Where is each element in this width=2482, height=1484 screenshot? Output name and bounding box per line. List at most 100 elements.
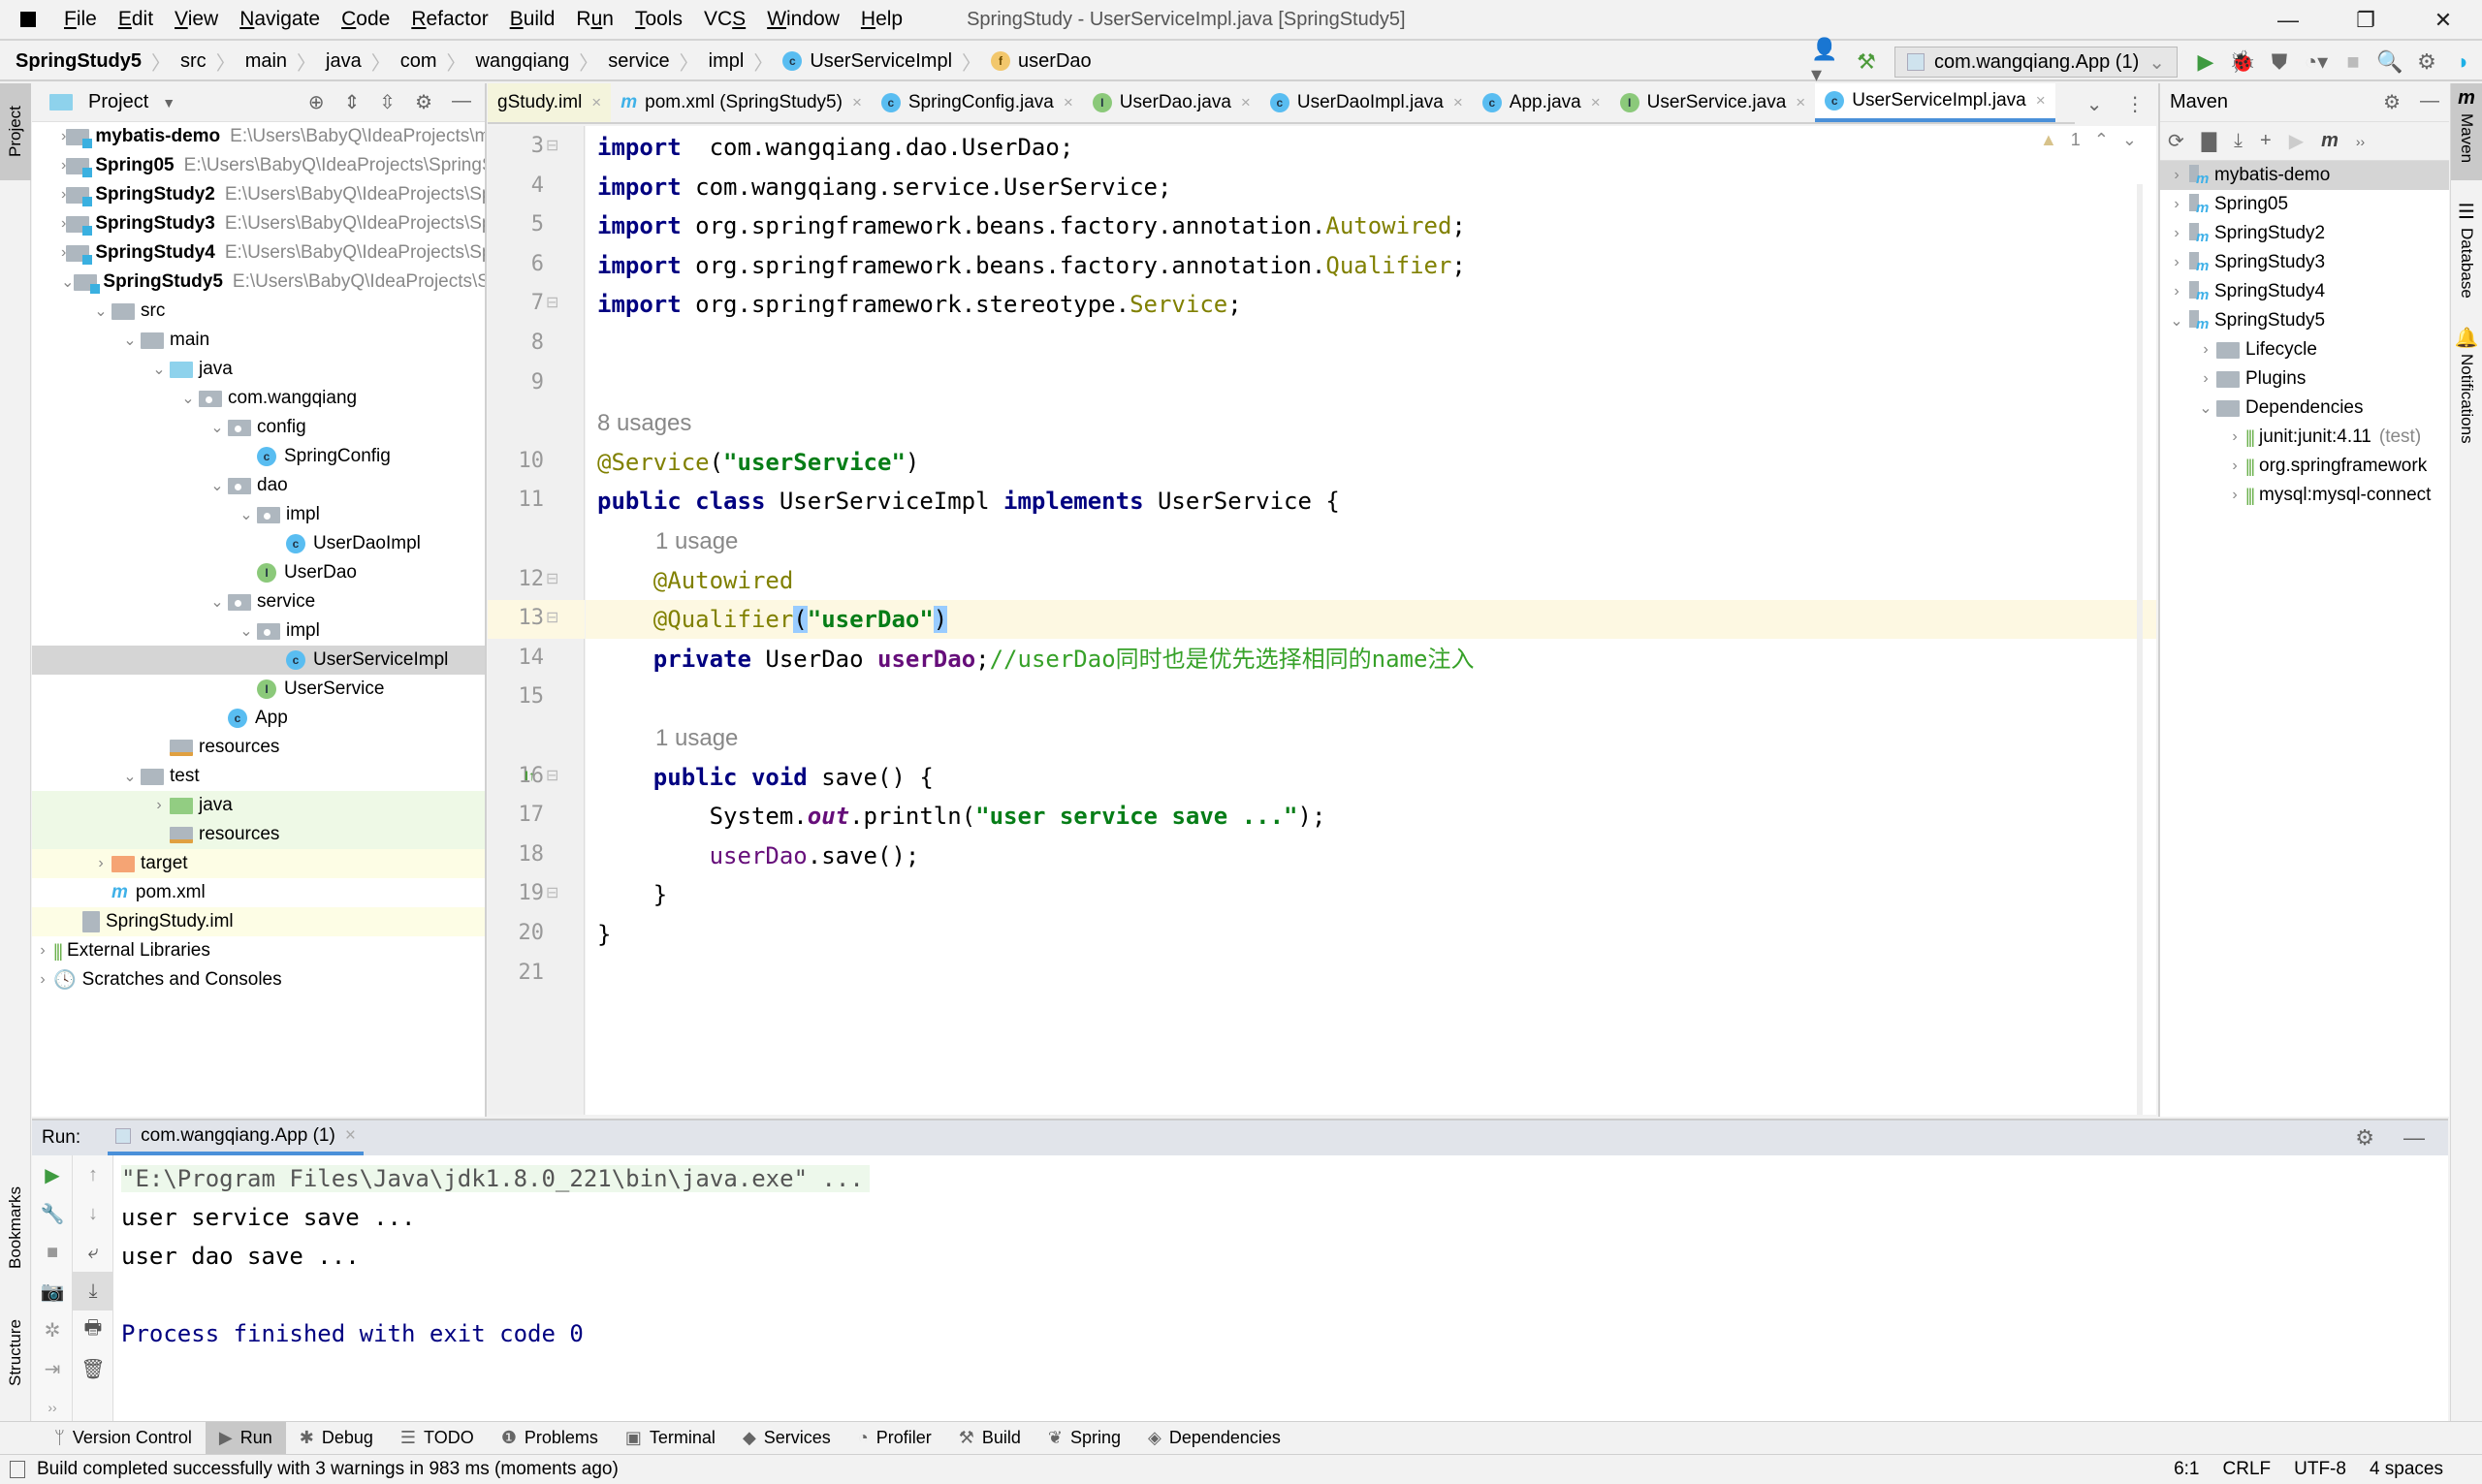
run-configuration-select[interactable]: com.wangqiang.App (1) ⌄ bbox=[1894, 47, 2178, 78]
file-encoding[interactable]: UTF-8 bbox=[2294, 1459, 2346, 1480]
chevron-right-icon[interactable]: › bbox=[2224, 428, 2245, 446]
maven-item-plugins[interactable]: › Plugins bbox=[2160, 364, 2449, 394]
tree-item-app[interactable]: c App bbox=[32, 704, 485, 733]
arrow-up-icon[interactable]: ↑ bbox=[73, 1155, 113, 1194]
chevron-down-icon[interactable]: ⌄ bbox=[148, 360, 170, 379]
maven-item-springstudy4[interactable]: › SpringStudy4 bbox=[2160, 277, 2449, 306]
maven-item-org-springframework[interactable]: › ||| org.springframework bbox=[2160, 452, 2449, 481]
run-icon[interactable]: ▶ bbox=[2289, 129, 2304, 153]
fold-icon[interactable]: ⊟ bbox=[546, 766, 558, 785]
menu-run[interactable]: Run bbox=[576, 8, 614, 31]
user-icon[interactable]: 👤▾ bbox=[1811, 37, 1848, 86]
tree-item-test[interactable]: ⌄ test bbox=[32, 762, 485, 791]
tree-item-springstudy2[interactable]: › SpringStudy2 E:\Users\BabyQ\IdeaProjects… bbox=[32, 180, 485, 209]
tool-tab-debug[interactable]: ✱ Debug bbox=[286, 1422, 387, 1455]
expand-all-icon[interactable]: ⇕ bbox=[344, 90, 361, 114]
chevron-right-icon[interactable]: › bbox=[2224, 487, 2245, 504]
tree-item-resources[interactable]: resources bbox=[32, 733, 485, 762]
debug-icon[interactable]: 🐞 bbox=[2224, 44, 2261, 80]
editor-tab-userdaoimpl-java[interactable]: c UserDaoImpl.java × bbox=[1260, 83, 1473, 122]
close-icon[interactable]: × bbox=[1064, 93, 1073, 112]
stop-icon[interactable]: ■ bbox=[32, 1233, 73, 1272]
maximize-button[interactable]: ❐ bbox=[2327, 0, 2404, 41]
indent-setting[interactable]: 4 spaces bbox=[2370, 1459, 2443, 1480]
breadcrumb-item[interactable]: c UserServiceImpl bbox=[782, 50, 952, 73]
fold-icon[interactable]: ⊟ bbox=[546, 569, 558, 588]
maven-item-junit-junit-4-11[interactable]: › ||| junit:junit:4.11 (test) bbox=[2160, 423, 2449, 452]
project-view-title[interactable]: Project bbox=[88, 91, 148, 113]
tool-tab-run[interactable]: ▶ Run bbox=[205, 1421, 286, 1455]
breadcrumb-item[interactable]: service bbox=[608, 50, 669, 73]
chevron-down-icon[interactable]: ⌄ bbox=[2166, 311, 2187, 331]
maven-item-mysql-mysql-connect[interactable]: › ||| mysql:mysql-connect bbox=[2160, 481, 2449, 510]
previous-highlight-icon[interactable]: ⌃ bbox=[2094, 130, 2109, 150]
implements-method-icon[interactable]: I↑ bbox=[525, 768, 535, 783]
editor-tab-springconfig-java[interactable]: c SpringConfig.java × bbox=[872, 83, 1083, 122]
editor-tab-userdao-java[interactable]: I UserDao.java × bbox=[1083, 83, 1260, 122]
settings-icon[interactable]: ⚙ bbox=[2383, 90, 2401, 114]
tool-tab-services[interactable]: ◆ Services bbox=[729, 1422, 844, 1455]
chevron-down-icon[interactable]: ⌄ bbox=[236, 505, 257, 524]
usages-hint[interactable]: 1 usage bbox=[655, 725, 738, 751]
maven-item-springstudy5[interactable]: ⌄ SpringStudy5 bbox=[2160, 306, 2449, 335]
bookmarks-tool-tab[interactable]: Bookmarks bbox=[0, 1169, 31, 1285]
chevron-down-icon[interactable]: ⌄ bbox=[236, 621, 257, 641]
editor-tab-gstudy-iml[interactable]: gStudy.iml × bbox=[488, 83, 612, 122]
usages-hint[interactable]: 8 usages bbox=[597, 410, 691, 436]
breadcrumb-item[interactable]: impl bbox=[709, 50, 745, 73]
line-separator[interactable]: CRLF bbox=[2223, 1459, 2272, 1480]
fold-icon[interactable]: ⊟ bbox=[546, 608, 558, 627]
chevron-right-icon[interactable]: › bbox=[148, 797, 170, 814]
generate-sources-icon[interactable]: ▇ bbox=[2202, 129, 2216, 153]
tree-item-main[interactable]: ⌄ main bbox=[32, 326, 485, 355]
editor-tab-app-java[interactable]: c App.java × bbox=[1473, 83, 1610, 122]
chevron-right-icon[interactable]: › bbox=[32, 942, 53, 960]
chevron-right-icon[interactable]: › bbox=[2224, 458, 2245, 475]
menu-refactor[interactable]: Refactor bbox=[411, 8, 488, 31]
tool-tab-spring[interactable]: ❦ Spring bbox=[1034, 1422, 1134, 1455]
collapse-all-icon[interactable]: ⇳ bbox=[379, 90, 396, 114]
tree-item-java[interactable]: › java bbox=[32, 791, 485, 820]
chevron-down-icon[interactable]: ⌄ bbox=[61, 272, 74, 292]
tool-tab-todo[interactable]: ☰ TODO bbox=[387, 1422, 488, 1455]
tree-item-springstudy-iml[interactable]: SpringStudy.iml bbox=[32, 907, 485, 936]
download-icon[interactable]: ⤓ bbox=[2234, 130, 2243, 152]
close-icon[interactable]: × bbox=[1241, 93, 1251, 112]
chevron-right-icon[interactable]: › bbox=[2166, 196, 2187, 213]
chevron-down-icon[interactable]: ▼ bbox=[162, 95, 175, 111]
close-window-button[interactable]: ✕ bbox=[2404, 0, 2482, 41]
breadcrumb-item[interactable]: com bbox=[400, 50, 437, 73]
editor-tab-userserviceimpl-java[interactable]: c UserServiceImpl.java × bbox=[1815, 83, 2055, 122]
settings-icon[interactable]: ⚙ bbox=[415, 90, 432, 114]
inspection-widget[interactable]: ▲ 1 ⌃ ⌄ bbox=[2040, 130, 2137, 150]
chevron-down-icon[interactable]: ⌄ bbox=[207, 418, 228, 437]
stop-icon[interactable]: ■ bbox=[2335, 44, 2371, 80]
tree-item-springconfig[interactable]: c SpringConfig bbox=[32, 442, 485, 471]
menu-navigate[interactable]: Navigate bbox=[239, 8, 320, 31]
settings-icon[interactable]: ⚙ bbox=[2355, 1125, 2374, 1151]
hammer-icon[interactable]: ⚒ bbox=[1848, 44, 1885, 80]
close-icon[interactable]: × bbox=[1591, 93, 1601, 112]
chevron-down-icon[interactable]: ⌄ bbox=[90, 301, 111, 321]
settings-icon[interactable]: ⚙ bbox=[2408, 44, 2445, 80]
tool-tab-build[interactable]: ⚒ Build bbox=[945, 1422, 1034, 1455]
close-icon[interactable]: × bbox=[852, 93, 862, 112]
menu-help[interactable]: Help bbox=[861, 8, 903, 31]
code-editor[interactable]: ▲ 1 ⌃ ⌄ import com.wangqiang.dao.UserDao… bbox=[586, 126, 2156, 1115]
chevron-right-icon[interactable]: › bbox=[2166, 283, 2187, 300]
menu-tools[interactable]: Tools bbox=[635, 8, 683, 31]
tree-item-target[interactable]: › target bbox=[32, 849, 485, 878]
caret-position[interactable]: 6:1 bbox=[2174, 1459, 2199, 1480]
notifications-tool-tab[interactable]: 🔔 Notifications bbox=[2451, 326, 2482, 444]
more-icon[interactable]: ⋮ bbox=[2125, 92, 2145, 116]
soft-wrap-icon[interactable]: ⤶ bbox=[73, 1233, 113, 1272]
breadcrumb-item[interactable]: main bbox=[245, 50, 287, 73]
search-icon[interactable]: 🔍 bbox=[2371, 44, 2408, 80]
fold-icon[interactable]: ⊟ bbox=[546, 293, 558, 312]
console-output[interactable]: "E:\Program Files\Java\jdk1.8.0_221\bin\… bbox=[121, 1159, 870, 1353]
chevron-down-icon[interactable]: ⌄ bbox=[177, 389, 199, 408]
minimize-button[interactable]: — bbox=[2249, 0, 2327, 41]
maven-item-dependencies[interactable]: ⌄ Dependencies bbox=[2160, 394, 2449, 423]
maven-item-lifecycle[interactable]: › Lifecycle bbox=[2160, 335, 2449, 364]
coverage-icon[interactable]: ⛊ bbox=[2261, 44, 2298, 80]
